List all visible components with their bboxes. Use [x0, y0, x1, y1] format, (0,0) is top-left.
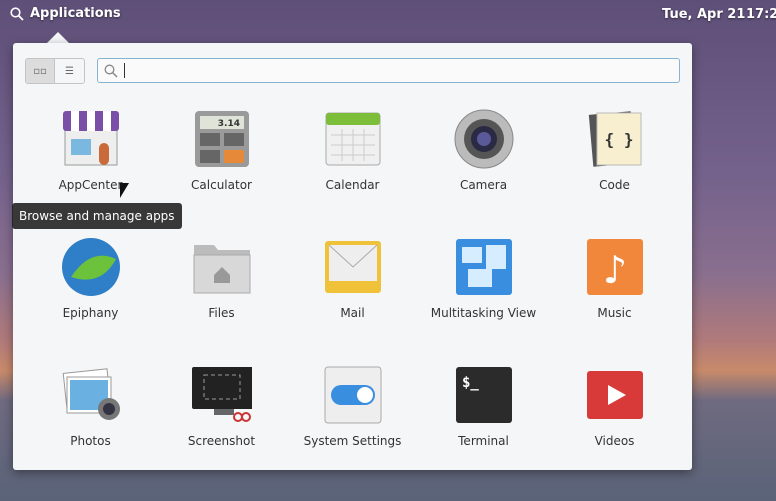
app-code[interactable]: { } Code [549, 101, 680, 229]
popover-arrow [47, 32, 69, 43]
applications-label: Applications [30, 6, 121, 21]
app-label: Code [599, 178, 630, 192]
code-icon: { } [585, 109, 645, 169]
videos-icon [585, 365, 645, 425]
text-caret [124, 63, 125, 78]
app-label: Epiphany [62, 306, 119, 320]
svg-text:♪: ♪ [602, 248, 626, 292]
epiphany-icon [61, 237, 121, 297]
app-label: Mail [340, 306, 365, 320]
mouse-cursor-icon [120, 183, 129, 198]
app-label: Files [208, 306, 235, 320]
category-view-button[interactable]: ☰ [55, 59, 84, 83]
files-icon [192, 237, 252, 297]
photos-icon [61, 365, 121, 425]
multitasking-icon [454, 237, 514, 297]
search-icon [104, 64, 118, 78]
appcenter-icon [61, 109, 121, 169]
app-calendar[interactable]: Calendar [287, 101, 418, 229]
search-icon [10, 6, 24, 21]
app-label: Screenshot [187, 434, 256, 448]
time-indicator[interactable]: 17:20 [746, 7, 776, 22]
app-label: Camera [459, 178, 508, 192]
app-music[interactable]: ♪ Music [549, 229, 680, 357]
app-label: System Settings [303, 434, 402, 448]
app-grid: AppCenter 3.14 Calculator Calendar Camer… [25, 101, 680, 485]
code-glyph: { } [604, 130, 633, 149]
app-label: AppCenter [58, 178, 123, 192]
app-photos[interactable]: Photos [25, 357, 156, 485]
app-files[interactable]: Files [156, 229, 287, 357]
app-mail[interactable]: Mail [287, 229, 418, 357]
camera-icon [454, 109, 514, 169]
search-input[interactable] [97, 58, 680, 83]
grid-icon: ▫▫ [33, 65, 47, 77]
applications-menu-button[interactable]: Applications [10, 6, 121, 21]
grid-view-button[interactable]: ▫▫ [26, 59, 55, 83]
app-system-settings[interactable]: System Settings [287, 357, 418, 485]
app-screenshot[interactable]: Screenshot [156, 357, 287, 485]
app-terminal[interactable]: $_ Terminal [418, 357, 549, 485]
app-label: Calculator [191, 178, 252, 192]
app-label: Photos [70, 434, 111, 448]
calculator-icon: 3.14 [192, 109, 252, 169]
app-launcher-panel: ▫▫ ☰ AppCenter 3.14 Calculator Calendar … [13, 43, 692, 470]
app-label: Multitasking View [430, 306, 537, 320]
terminal-glyph: $_ [462, 375, 479, 391]
app-label: Music [597, 306, 632, 320]
settings-icon [323, 365, 383, 425]
screenshot-icon [191, 365, 252, 425]
appcenter-tooltip: Browse and manage apps [12, 203, 182, 229]
top-panel: Applications Tue, Apr 21 17:20 [0, 0, 776, 30]
terminal-icon: $_ [454, 365, 514, 425]
app-label: Videos [594, 434, 635, 448]
app-label: Calendar [325, 178, 380, 192]
calculator-display: 3.14 [217, 119, 239, 129]
calendar-icon [323, 109, 383, 169]
app-videos[interactable]: Videos [549, 357, 680, 485]
date-indicator[interactable]: Tue, Apr 21 [662, 7, 745, 22]
app-label: Terminal [458, 434, 509, 448]
app-multitasking-view[interactable]: Multitasking View [418, 229, 549, 357]
list-icon: ☰ [65, 65, 74, 77]
app-camera[interactable]: Camera [418, 101, 549, 229]
app-epiphany[interactable]: Epiphany [25, 229, 156, 357]
music-icon: ♪ [585, 237, 645, 297]
view-mode-switcher: ▫▫ ☰ [25, 58, 85, 84]
mail-icon [323, 237, 383, 297]
